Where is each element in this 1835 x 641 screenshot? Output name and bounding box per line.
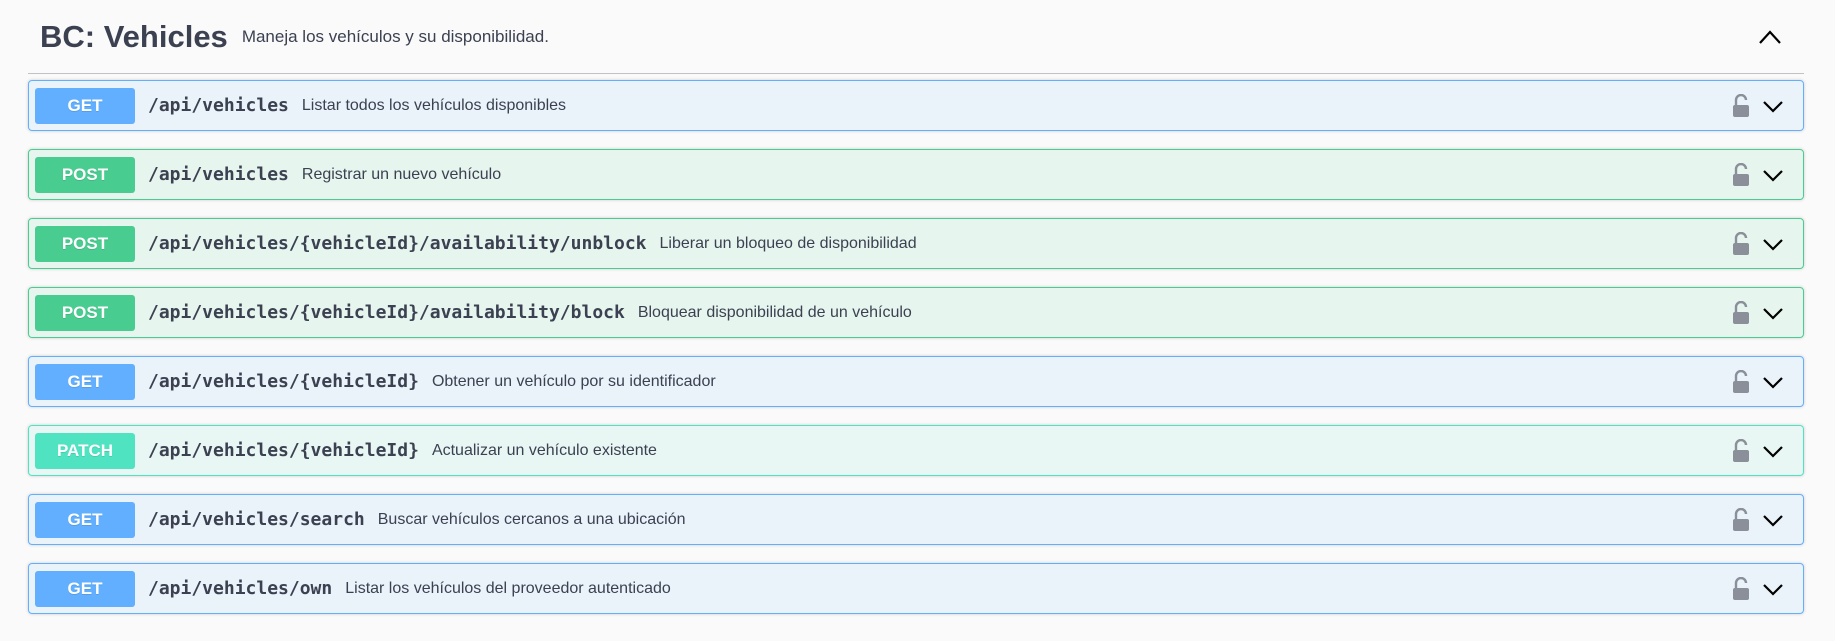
collapse-button[interactable] <box>1750 17 1790 57</box>
authorize-button[interactable] <box>1731 576 1751 602</box>
unlocked-padlock-icon <box>1733 300 1749 324</box>
expand-button[interactable] <box>1759 92 1787 120</box>
operation-path: /api/vehicles/{vehicleId} <box>148 440 419 461</box>
operation-controls <box>1731 161 1787 189</box>
unlocked-padlock-icon <box>1733 162 1749 186</box>
operation-controls <box>1731 575 1787 603</box>
operation-controls <box>1731 506 1787 534</box>
unlocked-padlock-icon <box>1733 369 1749 393</box>
authorize-button[interactable] <box>1731 438 1751 464</box>
operation-row[interactable]: GET/api/vehicles/search Buscar vehículos … <box>28 494 1804 545</box>
operation-controls <box>1731 368 1787 396</box>
operation-controls <box>1731 92 1787 120</box>
unlocked-padlock-icon <box>1733 93 1749 117</box>
method-badge: GET <box>35 87 135 124</box>
expand-button[interactable] <box>1759 506 1787 534</box>
tag-header[interactable]: BC: Vehicles Maneja los vehículos y su d… <box>28 0 1804 74</box>
operation-row[interactable]: PATCH/api/vehicles/{vehicleId} Actualizar… <box>28 425 1804 476</box>
chevron-down-icon <box>1763 583 1783 596</box>
unlocked-padlock-icon <box>1733 438 1749 462</box>
operation-controls <box>1731 299 1787 327</box>
expand-button[interactable] <box>1759 230 1787 258</box>
expand-button[interactable] <box>1759 575 1787 603</box>
operation-summary: Registrar un nuevo vehículo <box>301 165 502 183</box>
expand-button[interactable] <box>1759 161 1787 189</box>
tag-section: BC: Vehicles Maneja los vehículos y su d… <box>28 0 1804 614</box>
chevron-down-icon <box>1763 376 1783 389</box>
expand-button[interactable] <box>1759 299 1787 327</box>
operation-summary: Obtener un vehículo por su identificador <box>431 372 716 390</box>
chevron-up-icon <box>1759 29 1781 44</box>
operation-summary: Listar los vehículos del proveedor auten… <box>345 579 671 597</box>
authorize-button[interactable] <box>1731 93 1751 119</box>
operation-path: /api/vehicles/own <box>148 578 333 599</box>
operation-path: /api/vehicles/{vehicleId} <box>148 371 419 392</box>
chevron-down-icon <box>1763 100 1783 113</box>
operations-list: GET/api/vehicles Listar todos los vehícul… <box>28 80 1804 614</box>
chevron-down-icon <box>1763 307 1783 320</box>
method-badge: POST <box>35 294 135 331</box>
operation-controls <box>1731 437 1787 465</box>
tag-description: Maneja los vehículos y su disponibilidad… <box>241 26 549 46</box>
operation-path: /api/vehicles <box>148 164 289 185</box>
method-badge: GET <box>35 363 135 400</box>
operation-summary: Listar todos los vehículos disponibles <box>301 96 567 114</box>
operation-row[interactable]: GET/api/vehicles Listar todos los vehícul… <box>28 80 1804 131</box>
authorize-button[interactable] <box>1731 507 1751 533</box>
operation-controls <box>1731 230 1787 258</box>
operation-row[interactable]: POST/api/vehicles/{vehicleId}/availabili… <box>28 287 1804 338</box>
expand-button[interactable] <box>1759 437 1787 465</box>
authorize-button[interactable] <box>1731 162 1751 188</box>
operation-row[interactable]: GET/api/vehicles/own Listar los vehículos… <box>28 563 1804 614</box>
operation-path: /api/vehicles/{vehicleId}/availability/u… <box>148 233 647 254</box>
method-badge: POST <box>35 156 135 193</box>
expand-button[interactable] <box>1759 368 1787 396</box>
tag-title[interactable]: BC: Vehicles <box>40 19 228 55</box>
method-badge: PATCH <box>35 432 135 469</box>
chevron-down-icon <box>1763 238 1783 251</box>
operation-summary: Bloquear disponibilidad de un vehículo <box>637 303 912 321</box>
unlocked-padlock-icon <box>1733 507 1749 531</box>
chevron-down-icon <box>1763 445 1783 458</box>
operation-summary: Liberar un bloqueo de disponibilidad <box>659 234 917 252</box>
operation-path: /api/vehicles/{vehicleId}/availability/b… <box>148 302 625 323</box>
chevron-down-icon <box>1763 169 1783 182</box>
operation-row[interactable]: POST/api/vehicles/{vehicleId}/availabili… <box>28 218 1804 269</box>
operation-path: /api/vehicles <box>148 95 289 116</box>
method-badge: GET <box>35 570 135 607</box>
operation-path: /api/vehicles/search <box>148 509 365 530</box>
method-badge: GET <box>35 501 135 538</box>
authorize-button[interactable] <box>1731 369 1751 395</box>
method-badge: POST <box>35 225 135 262</box>
operation-summary: Buscar vehículos cercanos a una ubicació… <box>377 510 686 528</box>
chevron-down-icon <box>1763 514 1783 527</box>
unlocked-padlock-icon <box>1733 576 1749 600</box>
operation-summary: Actualizar un vehículo existente <box>431 441 657 459</box>
operation-row[interactable]: POST/api/vehicles Registrar un nuevo vehí… <box>28 149 1804 200</box>
unlocked-padlock-icon <box>1733 231 1749 255</box>
operation-row[interactable]: GET/api/vehicles/{vehicleId} Obtener un v… <box>28 356 1804 407</box>
authorize-button[interactable] <box>1731 231 1751 257</box>
authorize-button[interactable] <box>1731 300 1751 326</box>
